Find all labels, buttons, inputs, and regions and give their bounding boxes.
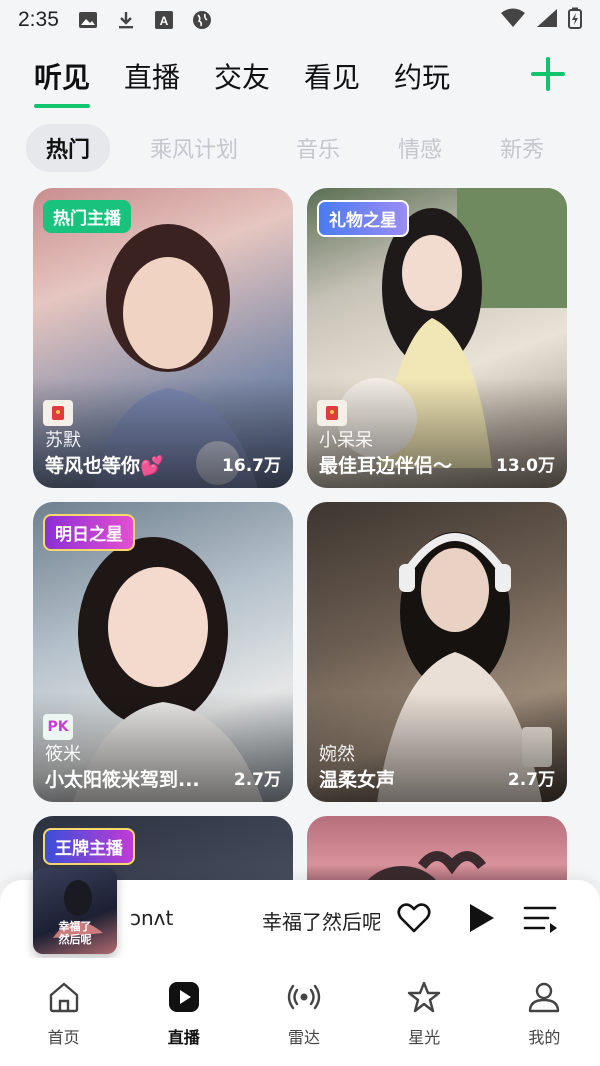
download-icon [115,9,137,31]
nav-starlight[interactable]: 星光 [369,958,480,1066]
streamer-name: 婉然 [319,744,355,765]
mini-player[interactable]: 幸福了 然后呢 ɔnʌt 幸福了然后呢 [0,868,600,958]
album-cover[interactable]: 幸福了 然后呢 [33,868,117,954]
player-artist: ɔnʌt [130,906,174,930]
live-card[interactable]: 热门主播 苏默 等风也等你💕 16.7万 [33,188,293,488]
wifi-icon [500,8,526,33]
viewer-count: 2.7万 [233,770,281,790]
cover-text: 幸福了 然后呢 [58,920,92,946]
streamer-name: 筱米 [45,744,81,765]
nav-label: 首页 [47,1028,80,1047]
star-icon [408,981,441,1013]
tab-live[interactable]: 直播 [124,56,180,96]
nav-me[interactable]: 我的 [489,958,600,1066]
ace-streamer-badge: 王牌主播 [43,828,135,865]
viewer-count: 13.0万 [496,456,555,476]
bottom-nav: 首页 直播 雷达 星光 我的 [0,958,600,1066]
room-title: 最佳耳边伴侣～ [319,455,453,477]
user-icon [529,982,560,1013]
battery-icon [568,7,582,34]
chip-chengfeng[interactable]: 乘风计划 [150,132,238,164]
top-tab-bar: 听见 直播 交友 看见 约玩 [0,48,600,108]
nav-label: 直播 [167,1028,200,1047]
room-title-text: 等风也等你 [45,455,141,477]
player-song-title: 幸福了然后呢 [262,910,380,934]
gallery-icon [77,9,99,31]
heart-emoji: 💕 [140,455,164,477]
room-title: 等风也等你💕 [45,451,164,478]
heart-icon [397,903,431,933]
viewer-count: 16.7万 [222,456,281,476]
nav-home[interactable]: 首页 [8,958,119,1066]
live-card[interactable]: 礼物之星 小呆呆 最佳耳边伴侣～ 13.0万 [307,188,567,488]
svg-text:A: A [160,14,169,28]
nav-label: 我的 [528,1028,561,1047]
signal-icon [536,8,558,33]
nav-label: 雷达 [288,1028,321,1047]
chip-newcomer[interactable]: 新秀 [500,132,544,164]
room-title: 温柔女声 [319,769,396,791]
hot-streamer-badge: 热门主播 [43,200,131,233]
status-time: 2:35 [18,8,59,31]
live-card[interactable]: 婉然 温柔女声 2.7万 [307,502,567,802]
red-packet-icon [43,400,73,426]
streamer-name: 苏默 [45,430,81,451]
red-packet-icon [317,400,347,426]
play-button[interactable] [462,900,498,936]
live-play-icon [168,982,199,1012]
nav-label: 星光 [408,1028,441,1047]
playlist-button[interactable] [522,900,558,936]
add-button[interactable] [530,56,566,92]
pk-icon: PK [43,714,73,740]
streamer-name: 小呆呆 [319,430,373,451]
radar-icon [287,984,321,1010]
category-chips: 热门 乘风计划 音乐 情感 新秀 [0,124,600,172]
plus-icon [531,57,565,91]
globe-icon [191,9,213,31]
chip-music[interactable]: 音乐 [296,132,340,164]
nav-radar[interactable]: 雷达 [248,958,359,1066]
play-icon [470,904,494,932]
nav-live[interactable]: 直播 [128,958,239,1066]
tab-yuewan[interactable]: 约玩 [394,56,450,96]
like-button[interactable] [396,900,432,936]
live-card[interactable]: 明日之星 PK 筱米 小太阳筱米驾到... 2.7万 [33,502,293,802]
home-icon [49,982,78,1013]
gift-star-badge: 礼物之星 [317,200,409,237]
chip-hot[interactable]: 热门 [26,124,111,172]
chip-emotion[interactable]: 情感 [398,132,442,164]
rising-star-badge: 明日之星 [43,514,135,551]
viewer-count: 2.7万 [507,770,555,790]
tab-tingjian[interactable]: 听见 [34,56,91,108]
tab-friends[interactable]: 交友 [214,56,270,96]
status-bar: 2:35 A [0,0,600,40]
tab-kanjian[interactable]: 看见 [304,56,360,96]
playlist-icon [523,906,557,933]
translate-icon: A [153,9,175,31]
room-title: 小太阳筱米驾到... [45,769,200,791]
